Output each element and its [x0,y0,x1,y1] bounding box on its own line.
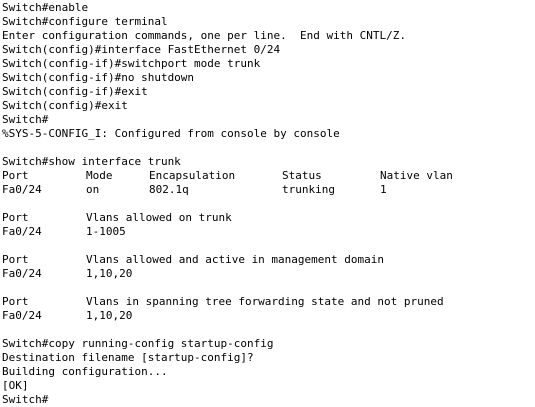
console-prompt[interactable]: Switch# [2,393,533,407]
header-mode: Mode [86,169,113,182]
trunk-table-row: Fa0/24 on 802.1q trunking 1 [2,183,533,197]
header-port: Port [2,211,29,224]
cell-mode: on [86,183,100,196]
header-port: Port [2,295,29,308]
header-vlans-active: Vlans allowed and active in management d… [86,253,385,266]
console-line: Switch(config)#interface FastEthernet 0/… [2,43,281,56]
console-line: Building configuration... [2,365,168,378]
header-native-vlan: Native vlan [380,169,453,182]
trunk-table-header: Port Mode Encapsulation Status Native vl… [2,169,533,183]
cell-vlans: 1,10,20 [86,309,133,322]
syslog-message: %SYS-5-CONFIG_I: Configured from console… [2,127,340,140]
section-row: Fa0/24 1-1005 [2,225,533,239]
header-port: Port [2,169,29,182]
console-line: Switch(config-if)#switchport mode trunk [2,57,261,70]
cell-native-vlan: 1 [380,183,387,196]
console-line: Switch(config)#exit [2,99,128,112]
header-vlans-allowed: Vlans allowed on trunk [86,211,232,224]
console-line: Switch#enable [2,1,89,14]
cell-port: Fa0/24 [2,309,42,322]
cell-vlans: 1,10,20 [86,267,133,280]
section-header: Port Vlans allowed and active in managem… [2,253,533,267]
header-port: Port [2,253,29,266]
text-cursor [48,393,55,405]
console-line: Enter configuration commands, one per li… [2,29,406,42]
console-line: [OK] [2,379,29,392]
console-line: Switch(config-if)#no shutdown [2,71,195,84]
console-line: Switch# [2,113,49,126]
prompt-text: Switch# [2,393,49,406]
header-status: Status [282,169,322,182]
cell-port: Fa0/24 [2,225,42,238]
header-encapsulation: Encapsulation [149,169,236,182]
console-line: Switch#show interface trunk [2,155,181,168]
console-line: Switch#copy running-config startup-confi… [2,337,274,350]
section-header: Port Vlans allowed on trunk [2,211,533,225]
cell-encapsulation: 802.1q [149,183,189,196]
section-header: Port Vlans in spanning tree forwarding s… [2,295,533,309]
terminal-console[interactable]: Switch#enable Switch#configure terminal … [2,1,533,406]
console-line: Switch(config-if)#exit [2,85,148,98]
section-row: Fa0/24 1,10,20 [2,267,533,281]
cell-status: trunking [282,183,335,196]
header-vlans-forwarding: Vlans in spanning tree forwarding state … [86,295,444,308]
cell-port: Fa0/24 [2,267,42,280]
console-line: Destination filename [startup-config]? [2,351,254,364]
cell-vlans: 1-1005 [86,225,126,238]
cell-port: Fa0/24 [2,183,42,196]
section-row: Fa0/24 1,10,20 [2,309,533,323]
console-line: Switch#configure terminal [2,15,168,28]
